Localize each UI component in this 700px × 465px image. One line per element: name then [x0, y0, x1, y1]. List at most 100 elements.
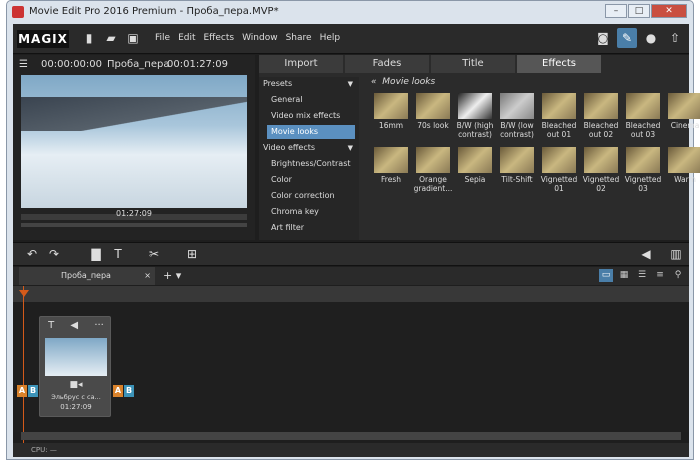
effects-heading: « Movie looks — [371, 77, 436, 87]
effect-tilt-shift[interactable]: Tilt-Shift — [497, 147, 537, 184]
tab-import[interactable]: Import — [259, 55, 343, 73]
category-video-mix-effects[interactable]: Video mix effects — [259, 109, 359, 123]
insert-icon[interactable]: ⊞ — [185, 247, 199, 261]
text-icon[interactable]: T — [111, 247, 125, 261]
disc-icon[interactable]: ● — [641, 28, 661, 48]
clip-audio-icon[interactable]: ◀ — [70, 320, 78, 331]
magix-logo: MAGIX — [17, 30, 69, 48]
add-tab-button[interactable]: + ▾ — [163, 267, 181, 285]
preview-zoom-bar[interactable] — [21, 223, 247, 227]
airplane-wing-image — [21, 97, 247, 131]
tab-title[interactable]: Title — [431, 55, 515, 73]
effect-bw-low-contrast[interactable]: B/W (low contrast) — [497, 93, 537, 139]
volume-icon[interactable]: ◀ — [639, 247, 653, 261]
effect-warm[interactable]: Warm — [665, 147, 700, 184]
category-chroma-key[interactable]: Chroma key — [259, 205, 359, 219]
effect-vignetted-03[interactable]: Vignetted 03 — [623, 147, 663, 193]
effect-bleached-out-02[interactable]: Bleached out 02 — [581, 93, 621, 139]
preview-panel: ☰ 00:00:00:00 Проба_пера 00:01:27:09 01:… — [13, 55, 255, 266]
timeline-scrollbar[interactable] — [21, 432, 681, 440]
effect-70s-look[interactable]: 70s look — [413, 93, 453, 130]
effect-fresh[interactable]: Fresh — [371, 147, 411, 184]
playhead-line[interactable] — [23, 286, 24, 446]
menu-window[interactable]: Window — [242, 33, 278, 43]
scrub-time: 01:27:09 — [116, 209, 152, 218]
effect-bleached-out-01[interactable]: Bleached out 01 — [539, 93, 579, 139]
export-icon[interactable]: ⇧ — [665, 28, 685, 48]
window-title: Movie Edit Pro 2016 Premium - Проба_пера… — [29, 6, 279, 17]
back-icon[interactable]: « — [371, 77, 377, 87]
fade-a-right-icon[interactable]: A — [113, 385, 123, 397]
menu-share[interactable]: Share — [286, 33, 312, 43]
category-general[interactable]: General — [259, 93, 359, 107]
effect-orange-gradient[interactable]: Orange gradient... — [413, 147, 453, 193]
menu-file[interactable]: File — [155, 33, 170, 43]
menu-edit[interactable]: Edit — [178, 33, 195, 43]
category-color[interactable]: Color — [259, 173, 359, 187]
timecode-duration: 00:01:27:09 — [167, 59, 229, 70]
effect-bw-high-contrast[interactable]: B/W (high contrast) — [455, 93, 495, 139]
close-button[interactable]: ✕ — [651, 4, 687, 18]
project-tab[interactable]: Проба_пера × — [19, 267, 155, 285]
open-folder-icon[interactable]: ▰ — [105, 31, 117, 45]
project-name-label: Проба_пера — [107, 59, 170, 70]
zoom-icon[interactable]: ⚲ — [671, 269, 685, 282]
tab-effects[interactable]: Effects — [517, 55, 601, 73]
effect-cinema[interactable]: Cinema — [665, 93, 700, 130]
new-file-icon[interactable]: ▮ — [83, 31, 95, 45]
edit-toolbar: ↶ ↷ ▇ T ✂ ⊞ ◀ ▥ — [13, 242, 689, 266]
timeline-ruler[interactable] — [13, 286, 689, 302]
category-presets[interactable]: Presets ▼ — [259, 77, 359, 91]
delete-icon[interactable]: ▇ — [89, 247, 103, 261]
close-tab-icon[interactable]: × — [144, 267, 151, 285]
cut-icon[interactable]: ✂ — [147, 247, 161, 261]
playhead-marker-icon[interactable] — [19, 290, 29, 297]
category-movie-looks[interactable]: Movie looks — [267, 125, 355, 139]
menu-effects[interactable]: Effects — [204, 33, 235, 43]
maximize-button[interactable]: □ — [628, 4, 650, 18]
fade-a-left-icon[interactable]: A — [17, 385, 27, 397]
scene-view-icon[interactable]: ☰ — [635, 269, 649, 282]
effects-grid: 16mm 70s look B/W (high contrast) B/W (l… — [371, 93, 700, 213]
timecode-position: 00:00:00:00 — [41, 59, 103, 70]
category-brightness-contrast[interactable]: Brightness/Contrast — [259, 157, 359, 171]
category-color-correction[interactable]: Color correction — [259, 189, 359, 203]
redo-icon[interactable]: ↷ — [47, 247, 61, 261]
effect-sepia[interactable]: Sepia — [455, 147, 495, 184]
clip-title-icon[interactable]: T — [48, 320, 54, 331]
tab-fades[interactable]: Fades — [345, 55, 429, 73]
edit-mode-icon[interactable]: ✎ — [617, 28, 637, 48]
track-view-icon[interactable]: ≡ — [653, 269, 667, 282]
timeline-clip[interactable]: T ◀ ··· ■◂ Эльбрус с са... 01:27:09 — [39, 316, 111, 417]
video-preview — [21, 75, 247, 208]
category-video-effects[interactable]: Video effects ▼ — [259, 141, 359, 155]
minimize-button[interactable]: – — [605, 4, 627, 18]
category-art-filter[interactable]: Art filter — [259, 221, 359, 235]
effect-vignetted-01[interactable]: Vignetted 01 — [539, 147, 579, 193]
menu-bar: MAGIX ▮ ▰ ▣ File Edit Effects Window Sha… — [13, 24, 689, 54]
undo-icon[interactable]: ↶ — [25, 247, 39, 261]
clip-more-icon[interactable]: ··· — [94, 320, 104, 331]
capture-icon[interactable]: ◙ — [593, 28, 613, 48]
timeline-area[interactable] — [13, 302, 689, 432]
effect-bleached-out-03[interactable]: Bleached out 03 — [623, 93, 663, 139]
app-window: Movie Edit Pro 2016 Premium - Проба_пера… — [6, 0, 700, 460]
storyboard-view-icon[interactable]: ▦ — [617, 269, 631, 282]
save-icon[interactable]: ▣ — [127, 31, 139, 45]
effect-vignetted-02[interactable]: Vignetted 02 — [581, 147, 621, 193]
app-client: MAGIX ▮ ▰ ▣ File Edit Effects Window Sha… — [13, 24, 700, 457]
fade-b-left-icon[interactable]: B — [28, 385, 38, 397]
effect-16mm[interactable]: 16mm — [371, 93, 411, 130]
media-pool: Import Fades Title Effects Presets ▼ Gene… — [259, 55, 700, 240]
project-tab-label: Проба_пера — [61, 271, 111, 280]
timeline-view-icon[interactable]: ▭ — [599, 269, 613, 282]
clip-duration: 01:27:09 — [60, 403, 92, 411]
menu-help[interactable]: Help — [320, 33, 341, 43]
menu-hamburger-icon[interactable]: ☰ — [19, 59, 28, 70]
fade-b-right-icon[interactable]: B — [124, 385, 134, 397]
video-camera-icon: ■◂ — [69, 380, 83, 390]
mixer-icon[interactable]: ▥ — [669, 247, 683, 261]
clip-name: Эльбрус с са... — [51, 393, 101, 401]
status-bar: CPU: — — [13, 443, 689, 457]
app-icon — [12, 6, 24, 18]
